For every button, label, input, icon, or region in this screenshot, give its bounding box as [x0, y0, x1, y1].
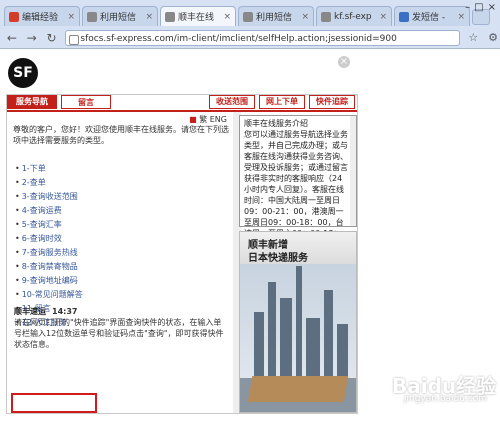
reply-sender: 顺丰速运 [14, 307, 46, 316]
sf-logo: SF [8, 58, 38, 88]
promo-line-2: 日本快递服务 [248, 253, 308, 264]
reply-time: 14:37 [52, 307, 78, 316]
menu-item[interactable]: • 3-查询收送范围 [15, 190, 225, 204]
browser-chrome: 编辑经验 × 利用短信 × 顺丰在线 × 利用短信 × kf.sf-exp × 发短信 -… [0, 0, 500, 49]
promo-title-area: 顺丰新增 日本快递服务 [240, 232, 356, 264]
promo-banner[interactable]: 顺丰新增 日本快递服务 [239, 231, 357, 413]
close-tab-icon[interactable]: × [301, 12, 309, 22]
reload-icon[interactable]: ↻ [44, 30, 60, 46]
close-tab-icon[interactable]: × [67, 12, 75, 22]
agent-reply: 顺丰速运 14:37 请在网页打开的"快件追踪"界面查询快件的状态，在输入单号栏输… [14, 306, 224, 350]
menu-item[interactable]: • 2-查单 [15, 176, 225, 190]
favicon-icon [165, 11, 175, 22]
browser-tab[interactable]: 发短信 - × [394, 6, 470, 26]
close-tab-icon[interactable]: × [223, 12, 231, 22]
chat-log: ■ 繁 ENG 尊敬的客户，您好！欢迎您使用顺丰在线服务。请您在下列选项中选择需… [7, 112, 234, 413]
menu-item[interactable]: • 8-查询禁寄物品 [15, 260, 225, 274]
minimize-icon[interactable]: – [465, 2, 470, 13]
reply-text: 请在网页打开的"快件追踪"界面查询快件的状态，在输入单号栏输入12位数运单号和验… [14, 318, 224, 349]
browser-tab[interactable]: kf.sf-exp × [316, 6, 392, 26]
lang-flag-icon: ■ [189, 115, 197, 124]
favicon-icon [399, 11, 409, 22]
back-icon[interactable]: ← [4, 30, 20, 46]
menu-item[interactable]: • 1-下单 [15, 162, 225, 176]
wrench-icon[interactable]: ⚙ [486, 31, 500, 45]
track-shipment-button[interactable]: 快件追踪 [309, 95, 355, 109]
menu-item[interactable]: • 5-查询汇率 [15, 218, 225, 232]
intro-scrollbar[interactable] [350, 116, 356, 226]
browser-tab[interactable]: 利用短信 × [238, 6, 314, 26]
menu-item[interactable]: • 9-查询地址编码 [15, 274, 225, 288]
browser-tab[interactable]: 编辑经验 × [4, 6, 80, 26]
online-order-button[interactable]: 网上下单 [259, 95, 305, 109]
close-window-icon[interactable]: × [488, 2, 496, 13]
tab-service-nav[interactable]: 服务导航 [7, 95, 57, 109]
favicon-icon [9, 11, 19, 22]
page-icon [69, 34, 80, 45]
service-intro: 顺丰在线服务介绍 您可以通过服务导航选择业务类型，并自己完成办理；或与客服在线沟… [239, 115, 357, 271]
toolbar: ← → ↻ sfocs.sf-express.com/im-client/imc… [0, 27, 500, 48]
address-bar[interactable]: sfocs.sf-express.com/im-client/imclient/… [65, 29, 461, 46]
delivery-range-button[interactable]: 收送范围 [209, 95, 255, 109]
close-tab-icon[interactable]: × [379, 12, 387, 22]
tab-message[interactable]: 留言 [61, 95, 111, 109]
maximize-icon[interactable]: □ [474, 2, 483, 13]
close-icon[interactable]: × [338, 56, 350, 68]
window-controls: – □ × [465, 2, 496, 13]
lang-traditional-link[interactable]: 繁 [199, 115, 207, 124]
close-tab-icon[interactable]: × [145, 12, 153, 22]
browser-tab[interactable]: 利用短信 × [82, 6, 158, 26]
panel-tabs: 服务导航 留言 收送范围 网上下单 快件追踪 [7, 95, 357, 111]
city-skyline-image [240, 264, 356, 412]
service-panel: 服务导航 留言 收送范围 网上下单 快件追踪 ■ 繁 ENG 尊敬的客户，您好！… [6, 94, 358, 414]
baidu-watermark-url: jingyan.baidu.com [404, 394, 488, 404]
favicon-icon [243, 11, 253, 22]
menu-item[interactable]: • 10-常见问题解答 [15, 288, 225, 302]
favicon-icon [321, 11, 331, 22]
close-tab-icon[interactable]: × [457, 12, 465, 22]
tab-strip: 编辑经验 × 利用短信 × 顺丰在线 × 利用短信 × kf.sf-exp × 发短信 -… [4, 6, 490, 26]
browser-tab-active[interactable]: 顺丰在线 × [160, 6, 236, 26]
service-menu: • 1-下单 • 2-查单 • 3-查询收送范围 • 4-查询运费 • 5-查询汇率 • 6… [15, 162, 225, 330]
forward-icon[interactable]: → [24, 30, 40, 46]
welcome-message: 尊敬的客户，您好！欢迎您使用顺丰在线服务。请您在下列选项中选择需要服务的类型。 [13, 125, 229, 145]
highlight-box [11, 393, 97, 413]
star-icon[interactable]: ☆ [466, 31, 480, 45]
parcel-box-image [247, 376, 349, 402]
menu-item[interactable]: • 7-查询服务热线 [15, 246, 225, 260]
favicon-icon [87, 11, 97, 22]
menu-item[interactable]: • 6-查询时效 [15, 232, 225, 246]
menu-item[interactable]: • 4-查询运费 [15, 204, 225, 218]
lang-english-link[interactable]: ENG [210, 115, 227, 124]
